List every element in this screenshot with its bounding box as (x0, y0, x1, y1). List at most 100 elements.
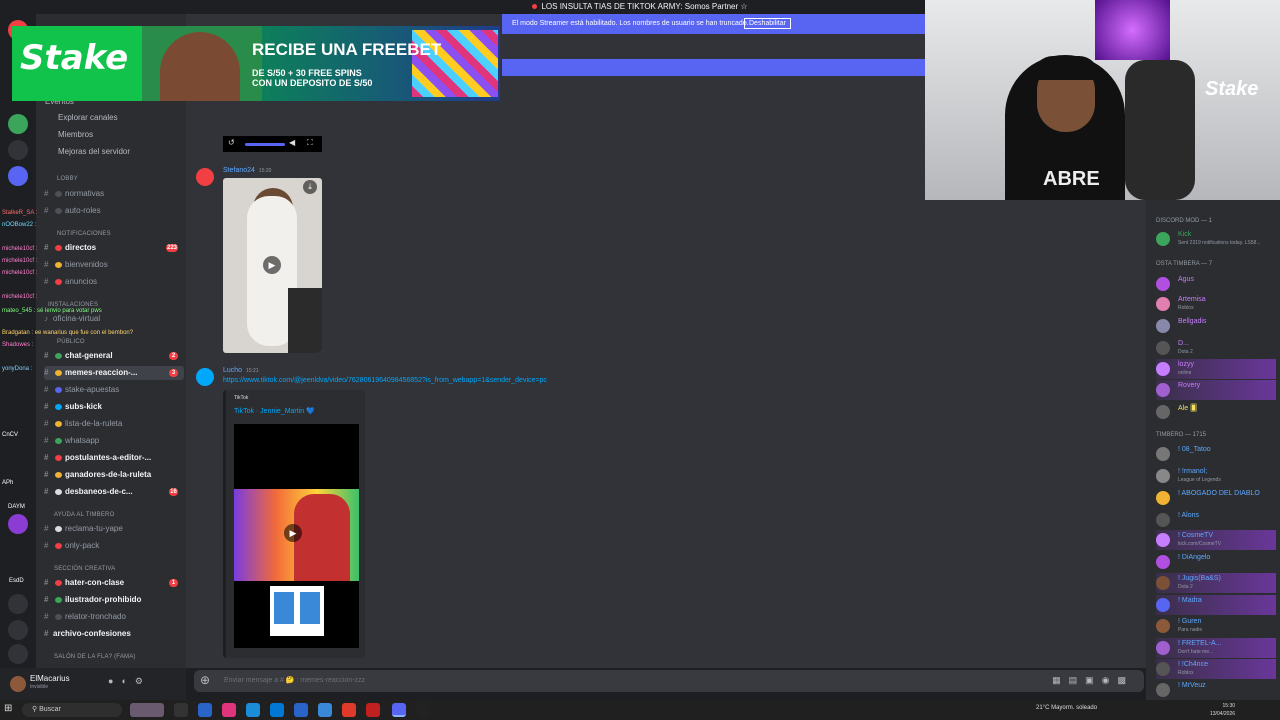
embed-title[interactable]: TikTok · Jennie_Martin 💙 (234, 407, 315, 415)
channel-item[interactable]: # archivo-confesiones (44, 627, 184, 641)
channel-item[interactable]: # bienvenidos (44, 258, 184, 272)
message-author[interactable]: Stefano24 15:20 (223, 167, 271, 174)
member-item[interactable]: Bellgadis (1156, 316, 1276, 336)
member-item[interactable]: D... Dota 2 (1156, 338, 1276, 358)
channel-item-selected[interactable]: # memes-reaccion-... 3 (44, 366, 184, 380)
category-lobby[interactable]: LOBBY (57, 176, 78, 182)
channel-item[interactable]: # stake-apuestas (44, 383, 184, 397)
nav-server-boosts[interactable]: Mejoras del servidor (58, 147, 130, 156)
chrome-icon[interactable] (342, 703, 356, 717)
volume-bar[interactable] (245, 143, 285, 146)
voice-channel-item[interactable]: ♪ oficina-virtual (44, 312, 184, 326)
server-icon[interactable] (8, 514, 28, 534)
server-icon[interactable] (8, 594, 28, 614)
avatar[interactable] (196, 168, 214, 186)
channel-item[interactable]: # only-pack (44, 539, 184, 553)
member-item[interactable]: Rovery (1156, 380, 1276, 400)
member-item[interactable]: ! Guren Para nadie (1156, 616, 1276, 636)
composer-tools-icons[interactable]: ▦▤▣◉▩ (1052, 675, 1134, 686)
channel-label: ilustrador-prohibido (65, 595, 142, 604)
nav-browse-channels[interactable]: Explorar canales (58, 113, 118, 122)
embed-video[interactable]: ▶ (234, 424, 359, 648)
channel-item[interactable]: # ilustrador-prohibido (44, 593, 184, 607)
volume-icon[interactable]: ◀ (289, 138, 295, 147)
app-icon[interactable] (318, 703, 332, 717)
member-item[interactable]: ! CosmeTV kick.com/CosmeTV (1156, 530, 1276, 550)
channel-item[interactable]: # auto-roles (44, 204, 184, 218)
member-item[interactable]: ! FRETEL-A... Don't hate me... (1156, 638, 1276, 658)
member-item[interactable]: Kick Sent 2319 notifications today. LS58.… (1156, 229, 1276, 249)
channel-item[interactable]: # ganadores-de-la-ruleta (44, 468, 184, 482)
voice-controls[interactable]: ●◐⚙ (108, 676, 151, 687)
member-item[interactable]: ! Alons (1156, 510, 1276, 530)
channel-item[interactable]: # whatsapp (44, 434, 184, 448)
play-icon[interactable]: ▶ (263, 256, 281, 274)
server-icon[interactable] (8, 166, 28, 186)
member-item[interactable]: ! DiAngelo (1156, 552, 1276, 572)
ad-logo: Stake (20, 38, 129, 78)
message-composer[interactable]: ⊕ Enviar mensaje a # 🤔 : memes-reaccion-… (194, 670, 1144, 692)
category-notifications[interactable]: NOTIFICACIONES (57, 231, 111, 237)
add-attachment-icon[interactable]: ⊕ (200, 673, 210, 687)
channel-item[interactable]: # hater-con-clase 1 (44, 576, 184, 590)
add-server-icon[interactable] (8, 620, 28, 640)
discord-icon[interactable] (392, 703, 406, 717)
stream-chat-overlay: StalkeR_SA : nOOBow22 : michele10cf : mi… (0, 200, 133, 490)
member-item[interactable]: ! !Ch4nce Roblox (1156, 659, 1276, 679)
channel-item[interactable]: # subs-kick (44, 400, 184, 414)
app-icon[interactable] (270, 703, 284, 717)
server-icon[interactable] (8, 114, 28, 134)
app-icon[interactable] (222, 703, 236, 717)
obs-icon[interactable] (416, 703, 430, 717)
member-item[interactable]: ! Madra (1156, 595, 1276, 615)
file-explorer-icon[interactable] (198, 703, 212, 717)
category-hall-of-fame[interactable]: SALÓN DE LA FLA? (FAMA) (54, 654, 136, 660)
channel-item[interactable]: # anuncios (44, 275, 184, 289)
avatar[interactable] (10, 676, 26, 692)
weather-widget[interactable]: 21°C Mayorm. soleado (1036, 705, 1097, 711)
channel-item[interactable]: # postulantes-a-editor-... (44, 451, 184, 465)
channel-item[interactable]: # reclama-tu-yape (44, 522, 184, 536)
download-icon[interactable]: ⤓ (303, 180, 317, 194)
member-item[interactable]: Ale 🂠 (1156, 402, 1276, 422)
member-item[interactable]: ! MrVeuz (1156, 680, 1276, 700)
taskbar-search[interactable]: ⚲ Buscar (22, 703, 122, 717)
disable-streamer-mode-button[interactable]: Deshabilitar (744, 18, 791, 29)
channel-item[interactable]: # desbaneos-de-c... 16 (44, 485, 184, 499)
sponsor-ad: Stake RECIBE UNA FREEBET DE S/50 + 30 FR… (12, 26, 500, 101)
clock[interactable]: 15:30 13/04/2026 (1210, 702, 1235, 718)
widget-icon[interactable] (130, 703, 164, 717)
fullscreen-icon[interactable]: ⛶ (307, 138, 313, 148)
message-link[interactable]: https://www.tiktok.com/@jeenldva/video/7… (223, 377, 547, 384)
member-item[interactable]: ! 08_Tatoo (1156, 444, 1276, 464)
member-item[interactable]: Agus (1156, 274, 1276, 294)
app-icon[interactable] (366, 703, 380, 717)
streamer-webcam: ABRE Stake (925, 0, 1280, 200)
replay-icon[interactable]: ↺ (228, 138, 235, 147)
category-creative[interactable]: SECCIÓN CREATIVA (54, 566, 115, 572)
nav-members[interactable]: Miembros (58, 130, 93, 139)
member-item[interactable]: ! Jugis(Ba&S) Dota 2 (1156, 573, 1276, 593)
server-icon[interactable] (8, 140, 28, 160)
app-icon[interactable] (294, 703, 308, 717)
avatar[interactable] (196, 368, 214, 386)
member-item[interactable]: Artemisa Roblox (1156, 294, 1276, 314)
channel-label: reclama-tu-yape (65, 524, 123, 533)
video-attachment[interactable]: ▶ ⤓ (223, 178, 322, 353)
channel-item[interactable]: # directos 223 (44, 241, 184, 255)
message-author[interactable]: Lucho 15:21 (223, 367, 259, 374)
channel-item[interactable]: # lista-de-la-ruleta (44, 417, 184, 431)
channel-item[interactable]: # normativas (44, 187, 184, 201)
channel-item[interactable]: # chat-general 2 (44, 349, 184, 363)
member-item[interactable]: ! ABOGADO DEL DIABLO (1156, 488, 1276, 508)
category-public[interactable]: PÚBLICO (57, 339, 85, 345)
member-item[interactable]: lozyy online (1156, 359, 1276, 379)
discover-icon[interactable] (8, 644, 28, 664)
channel-item[interactable]: # relator-tronchado (44, 610, 184, 624)
member-item[interactable]: ! !rmanol; League of Legends (1156, 466, 1276, 486)
windows-start-icon[interactable]: ⊞ (4, 703, 12, 714)
category-help[interactable]: AYUDA AL TIMBERO (54, 512, 114, 518)
play-icon[interactable]: ▶ (284, 524, 302, 542)
edge-icon[interactable] (246, 703, 260, 717)
taskview-icon[interactable] (174, 703, 188, 717)
